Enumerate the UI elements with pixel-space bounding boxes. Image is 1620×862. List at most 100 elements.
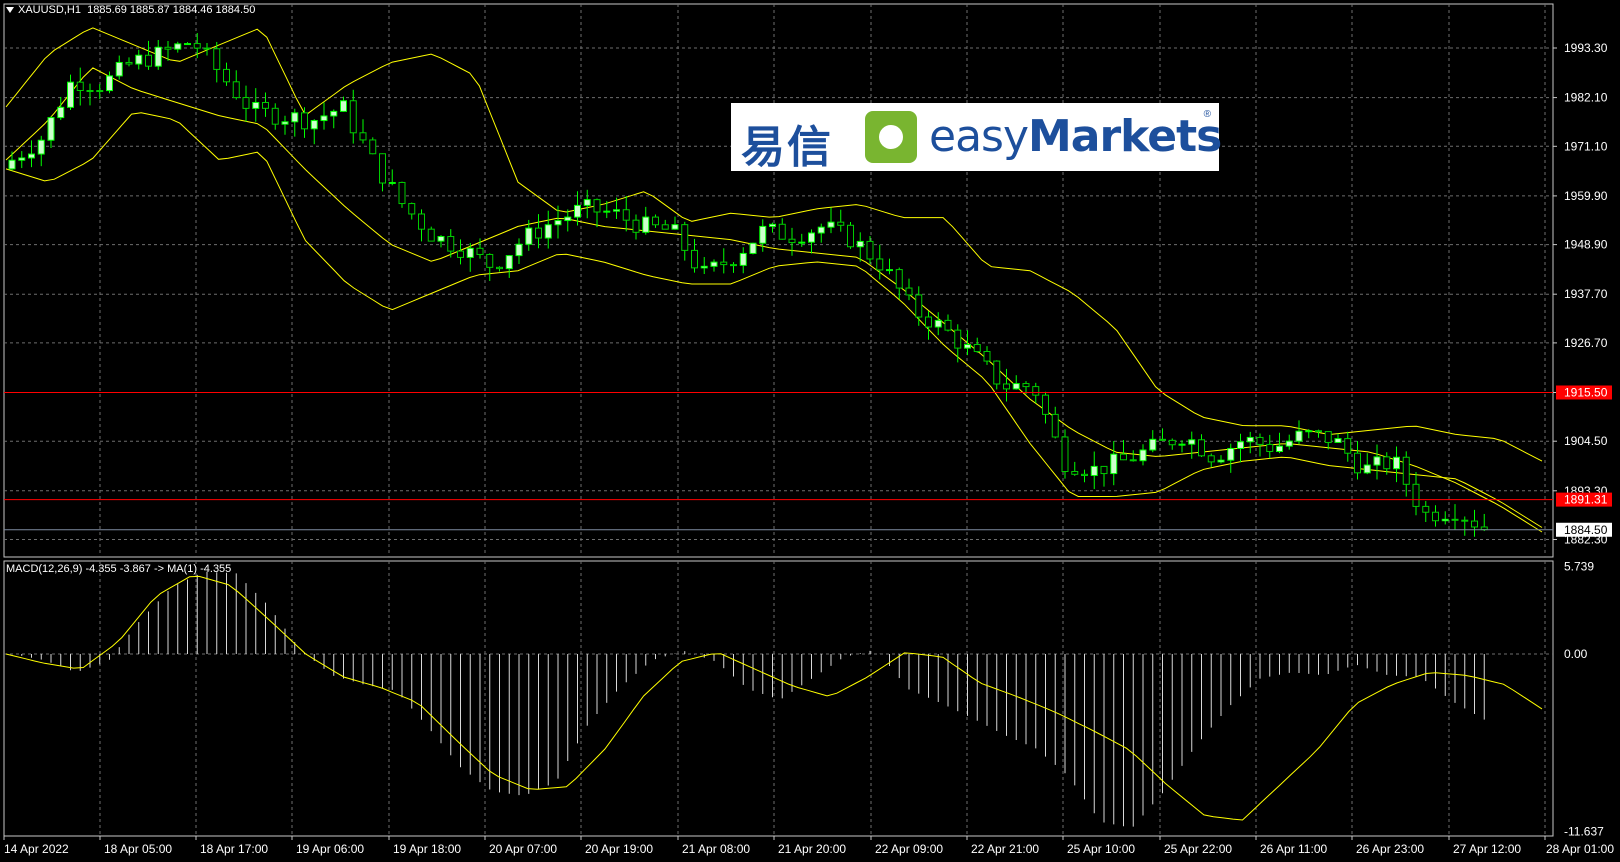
bull-candle [525, 227, 533, 245]
bull-candle [554, 220, 562, 226]
bear-candle [398, 181, 406, 205]
bear-candle [866, 240, 874, 260]
bull-candle [340, 100, 347, 112]
bear-candle [262, 101, 269, 109]
bull-candle [37, 139, 45, 155]
bear-candle [193, 43, 201, 49]
bear-candle [427, 228, 435, 242]
bear-candle [895, 269, 903, 289]
y-tick-label: 1948.90 [1564, 238, 1608, 252]
x-tick-label: 22 Apr 21:00 [971, 842, 1039, 856]
x-tick-label: 21 Apr 20:00 [778, 842, 846, 856]
bear-candle [837, 221, 845, 226]
bull-candle [1373, 456, 1381, 466]
bear-candle [1402, 456, 1410, 485]
bear-candle [223, 68, 230, 83]
bear-candle [1022, 383, 1030, 388]
level-label: 1891.31 [1564, 493, 1608, 507]
bear-candle [1354, 452, 1361, 474]
bull-candle [583, 199, 591, 206]
bear-candle [1129, 459, 1137, 462]
bear-candle [1159, 438, 1166, 441]
bear-candle [1256, 436, 1264, 445]
bear-candle [145, 54, 152, 67]
bear-candle [447, 236, 455, 252]
x-tick-label: 18 Apr 17:00 [200, 842, 268, 856]
bear-candle [652, 216, 659, 226]
y-tick-label: 1926.70 [1564, 336, 1608, 350]
bull-candle [642, 216, 650, 233]
x-tick-label: 27 Apr 12:00 [1453, 842, 1521, 856]
bull-candle [1227, 447, 1235, 461]
x-tick-label: 20 Apr 19:00 [585, 842, 653, 856]
logo-mark-icon [865, 111, 917, 163]
bear-candle [1051, 413, 1059, 438]
bull-candle [57, 106, 65, 119]
bear-candle [1032, 386, 1040, 396]
x-tick-label: 26 Apr 11:00 [1260, 842, 1327, 856]
bull-candle [700, 265, 708, 269]
bear-candle [993, 360, 1001, 385]
bear-candle [349, 100, 357, 134]
x-tick-label: 18 Apr 05:00 [104, 842, 172, 856]
y-tick-label: 1904.50 [1564, 434, 1608, 448]
bull-candle [739, 252, 747, 266]
macd-y-tick-label: -11.637 [1564, 825, 1604, 839]
bull-candle [827, 221, 835, 228]
bull-candle [1276, 445, 1283, 452]
bull-candle [1305, 430, 1313, 433]
bull-candle [18, 157, 26, 161]
price-header: XAUUSD,H1 1885.69 1885.87 1884.46 1884.5… [6, 4, 255, 16]
bull-candle [310, 120, 318, 130]
bull-candle [769, 223, 776, 227]
bull-candle [515, 243, 523, 257]
bear-candle [983, 351, 991, 362]
logo-registered-mark: ® [1203, 109, 1211, 120]
x-tick-label: 26 Apr 23:00 [1356, 842, 1424, 856]
bull-candle [1139, 449, 1147, 462]
bull-candle [28, 153, 35, 159]
bull-candle [1393, 456, 1400, 470]
bear-candle [925, 316, 932, 328]
bull-candle [1012, 383, 1020, 390]
bear-candle [622, 209, 630, 221]
bear-candle [213, 48, 221, 70]
bear-candle [1422, 505, 1430, 513]
bear-candle [593, 199, 601, 213]
bull-candle [934, 319, 942, 328]
bear-candle [486, 253, 494, 268]
bear-candle [1061, 436, 1069, 472]
bull-candle [281, 121, 289, 125]
bear-candle [76, 81, 84, 91]
x-tick-label: 22 Apr 09:00 [875, 842, 943, 856]
bull-candle [154, 46, 162, 67]
bear-candle [661, 224, 669, 230]
logo-english-text: easyMarkets [929, 111, 1222, 162]
dropdown-triangle-icon[interactable] [6, 7, 14, 14]
bull-candle [710, 261, 718, 267]
bull-candle [505, 255, 513, 270]
macd-y-tick-label: 5.739 [1564, 559, 1594, 573]
bear-candle [1207, 455, 1215, 463]
bear-candle [1461, 519, 1469, 522]
bull-candle [759, 225, 767, 244]
bull-candle [671, 224, 679, 230]
level-label: 1915.50 [1564, 385, 1608, 399]
symbol-label: XAUUSD,H1 [18, 4, 81, 16]
bull-candle [330, 110, 338, 117]
bull-candle [252, 101, 260, 109]
bear-candle [681, 224, 689, 251]
bear-candle [720, 261, 728, 266]
bear-candle [730, 264, 737, 267]
bear-candle [905, 287, 913, 296]
bear-candle [1344, 438, 1352, 454]
bull-candle [1295, 430, 1303, 442]
x-tick-label: 25 Apr 22:00 [1164, 842, 1232, 856]
bull-candle [1090, 465, 1098, 476]
bull-candle [1285, 440, 1293, 447]
bear-candle [496, 266, 503, 270]
bull-candle [115, 61, 123, 77]
bear-candle [691, 249, 698, 269]
bear-candle [1412, 483, 1420, 507]
bear-candle [1081, 473, 1088, 476]
